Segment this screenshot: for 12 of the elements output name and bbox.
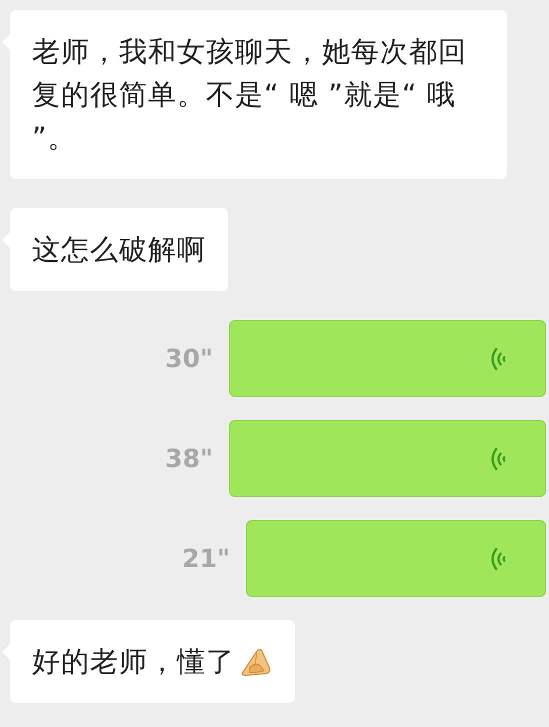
voice-duration: 38" bbox=[165, 444, 213, 473]
sound-wave-icon bbox=[489, 546, 507, 570]
voice-message[interactable] bbox=[246, 520, 546, 597]
message-text: 这怎么破解啊 bbox=[32, 232, 206, 268]
voice-message[interactable] bbox=[229, 320, 546, 397]
voice-message[interactable] bbox=[229, 420, 546, 497]
voice-duration: 30" bbox=[165, 344, 213, 373]
sound-wave-icon bbox=[489, 446, 507, 470]
sound-wave-icon bbox=[489, 346, 507, 370]
message-text: 好的老师，懂了 bbox=[32, 644, 235, 680]
voice-duration: 21" bbox=[182, 544, 230, 573]
message-text: 老师，我和女孩聊天，她每次都回复的很简单。不是“ 嗯 ”就是“ 哦 ”。 bbox=[32, 34, 468, 156]
